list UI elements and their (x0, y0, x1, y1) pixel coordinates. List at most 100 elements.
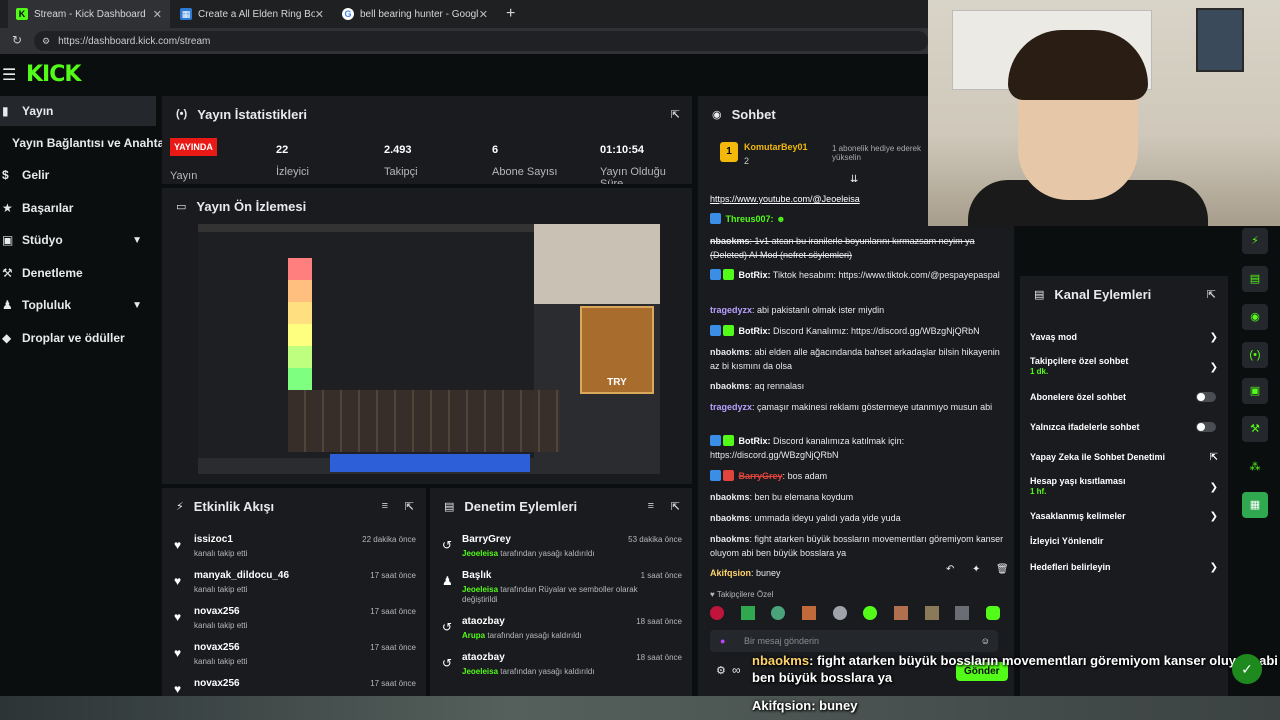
emote-icon[interactable] (924, 606, 939, 620)
sidebar-item-stream[interactable]: ▮ Yayın (0, 96, 156, 126)
stream-preview-panel: ▭ Yayın Ön İzlemesi TRY (162, 188, 692, 484)
drops-icon: ◆ (2, 331, 12, 345)
expand-icon[interactable]: ⇱ (671, 500, 680, 513)
emote-only-toggle[interactable] (1196, 422, 1216, 432)
lightning-icon[interactable]: ⚡ (1242, 228, 1268, 254)
chevron-right-icon: ❯ (1209, 332, 1218, 343)
site-info-icon[interactable]: ⚙ (42, 36, 50, 47)
emote-icon[interactable] (985, 606, 1000, 620)
studio-icon: ▣ (2, 233, 14, 247)
app-icon[interactable]: ▦ (1242, 492, 1268, 518)
trash-icon[interactable]: 🗑 (996, 564, 1009, 575)
sidebar-item-studio[interactable]: ▣ Stüdyo ▼ (0, 225, 156, 255)
banned-words-item[interactable]: Yasaklanmış kelimeler ❯ (1030, 511, 1222, 522)
sidebar-item-revenue[interactable]: $ Gelir (0, 160, 156, 190)
emote-icon[interactable] (710, 606, 724, 620)
close-icon[interactable]: ✕ (479, 8, 488, 21)
url-field[interactable]: ⚙ https://dashboard.kick.com/stream (34, 31, 928, 51)
pin-icon[interactable]: ✦ (972, 564, 980, 575)
sidebar-item-achievements[interactable]: ★ Başarılar (0, 193, 156, 223)
expand-icon[interactable]: ⇱ (405, 500, 414, 513)
tier-images (288, 390, 560, 452)
emote-icon[interactable] (771, 606, 786, 620)
sidebar-item-moderation[interactable]: ⚒ Denetleme (0, 258, 156, 288)
preview-banner (330, 454, 530, 472)
account-age-item[interactable]: Hesap yaşı kısıtlaması 1 hf. ❯ (1030, 476, 1222, 496)
emoji-icon[interactable]: ☺ (981, 630, 990, 652)
heart-icon: ♥ (174, 646, 182, 660)
close-icon[interactable]: ✕ (315, 8, 324, 21)
document-icon: ▤ (444, 500, 455, 513)
list-item: ♥ novax256 kanalı takip etti 17 saat önc… (174, 642, 416, 666)
list-item: ♟ Başlık Jeoeleisa tarafından Rüyalar ve… (442, 570, 682, 604)
filter-icon[interactable]: ≡ (648, 500, 654, 512)
chat-message: tragedyzx: abi pakistanlı olmak ister mi… (710, 305, 885, 315)
heart-icon: ♥ (174, 538, 182, 552)
emote-icon[interactable] (955, 606, 970, 620)
host-viewers-item[interactable]: İzleyici Yönlendir (1030, 536, 1222, 546)
filter-icon[interactable]: ≡ (382, 500, 388, 512)
pinned-count: 2 (744, 156, 750, 166)
subscribers-only-toggle[interactable] (1196, 392, 1216, 402)
expand-icon[interactable]: ⇱ (1207, 288, 1216, 301)
undo-icon: ↺ (442, 656, 453, 670)
undo-icon: ↺ (442, 538, 453, 552)
user-edit-icon: ♟ (442, 574, 453, 588)
expand-icon[interactable]: ⇱ (671, 108, 680, 121)
stat-followers: 2.493 Takipçi (384, 144, 418, 178)
tab-google[interactable]: G bell bearing hunter - Google'da A ✕ (334, 0, 496, 28)
google-icon: G (342, 8, 354, 20)
community-icon: ♟ (2, 298, 13, 312)
ai-moderation-item[interactable]: Yapay Zeka ile Sohbet Denetimi ⇱ (1030, 452, 1222, 463)
emote-icon[interactable] (740, 606, 755, 620)
sidebar-item-community[interactable]: ♟ Topluluk ▼ (0, 290, 156, 320)
followers-only-item[interactable]: Takipçilere özel sohbet 1 dk. ❯ (1030, 356, 1222, 376)
emote-icon: ☻ (776, 214, 786, 224)
kick-header: ☰ KICK (0, 54, 928, 96)
sidebar-item-drops[interactable]: ◆ Droplar ve ödüller (0, 323, 156, 353)
stat-viewers: 22 İzleyici (276, 144, 310, 178)
wrench-icon[interactable]: ⚒ (1242, 416, 1268, 442)
scroll-down-icon[interactable]: ⇊ (850, 174, 858, 185)
chat-icon[interactable]: ◉ (1242, 304, 1268, 330)
emote-icon[interactable] (893, 606, 908, 620)
emote-icon[interactable] (832, 606, 847, 620)
network-icon[interactable]: ⁂ (1242, 454, 1268, 480)
wall-painting (1196, 8, 1244, 72)
infinity-icon[interactable]: ∞ (732, 663, 741, 677)
list-item: ♥ novax256 17 saat önce (174, 678, 416, 696)
stream-preview-video[interactable]: TRY (198, 224, 660, 474)
close-icon[interactable]: ✕ (153, 8, 162, 21)
settings-icon[interactable]: ⚙ (716, 664, 726, 677)
lightning-icon: ⚡ (176, 500, 184, 513)
stream-icon: ▮ (2, 104, 9, 118)
tab-kick-dashboard[interactable]: K Stream - Kick Dashboard ✕ (8, 0, 170, 28)
panel-title: Yayın İstatistikleri (197, 106, 308, 122)
menu-icon[interactable]: ☰ (2, 65, 16, 85)
chat-message: BarryGrey: bos adam (710, 469, 1010, 483)
live-badge: YAYINDA (170, 138, 217, 156)
reply-icon[interactable]: ↶ (946, 564, 954, 575)
microphone-icon[interactable]: ● (720, 630, 725, 652)
broadcast-icon[interactable]: (•) (1242, 342, 1268, 368)
tab-tiermaker[interactable]: ▦ Create a All Elden Ring Bosses Tie ✕ (172, 0, 332, 28)
preview-screen (198, 224, 560, 458)
emote-icon[interactable] (863, 606, 878, 620)
emote-icon[interactable] (801, 606, 816, 620)
new-tab-button[interactable]: + (498, 0, 522, 28)
webcam-overlay (928, 0, 1280, 226)
reload-icon[interactable]: ↻ (12, 33, 22, 47)
layout-icon[interactable]: ▣ (1242, 378, 1268, 404)
kick-logo[interactable]: KICK (26, 62, 81, 87)
sidebar-item-stream-key[interactable]: Yayın Bağlantısı ve Anahtarı (0, 128, 172, 158)
chat-message: nbaokms: abi elden alle ağacındanda bahs… (710, 347, 1000, 371)
set-goals-item[interactable]: Hedefleri belirleyin ❯ (1030, 562, 1222, 573)
chat-input[interactable]: ● Bir mesaj gönderin ☺ (710, 630, 998, 652)
slow-mode-item[interactable]: Yavaş mod ❯ (1030, 332, 1222, 343)
chevron-right-icon: ❯ (1209, 482, 1218, 493)
chevron-right-icon: ❯ (1209, 511, 1218, 522)
chat-message: BotRix: Tiktok hesabım: https://www.tikt… (710, 268, 1010, 282)
document-icon[interactable]: ▤ (1242, 266, 1268, 292)
pinned-user[interactable]: KomutarBey01 (744, 142, 808, 152)
heart-icon: ♥ (710, 590, 715, 599)
